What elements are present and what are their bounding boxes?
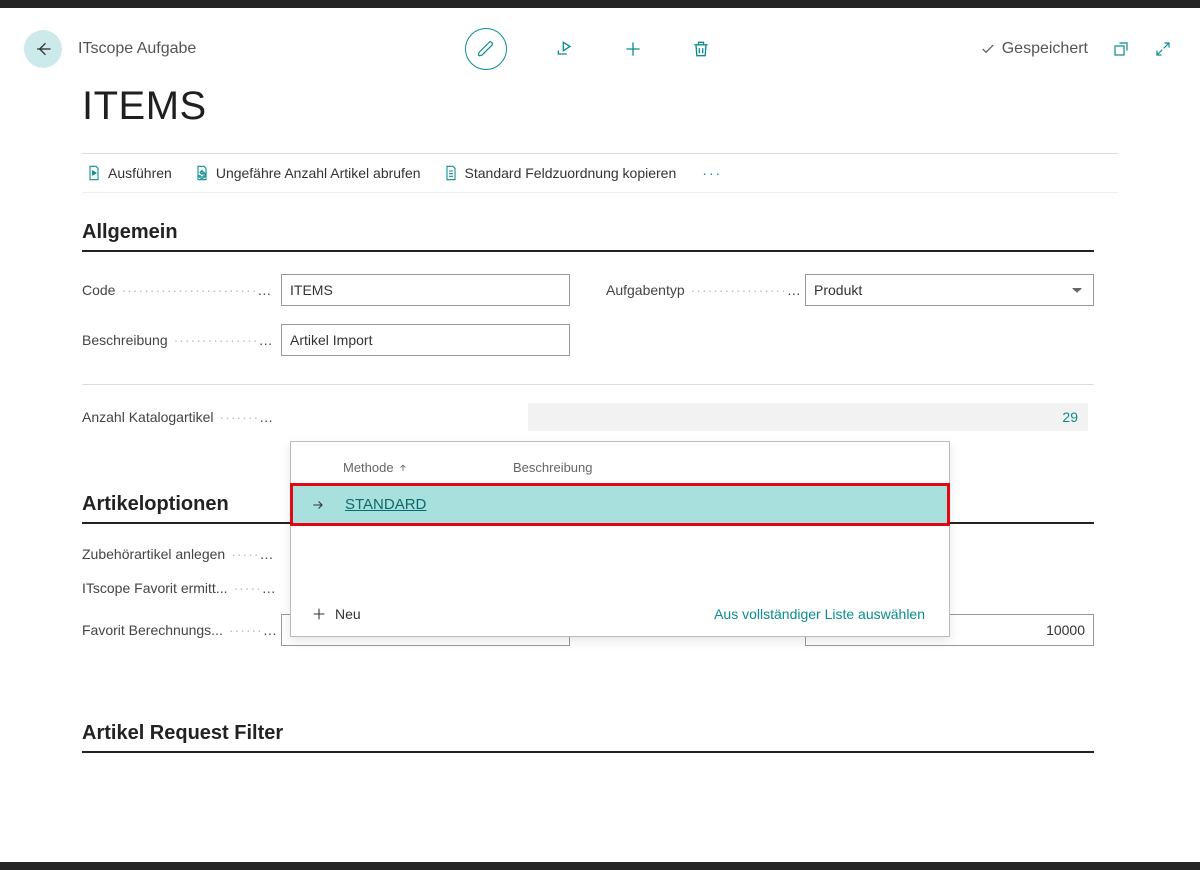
check-icon [980, 41, 996, 57]
lookup-row-standard[interactable]: STANDARD [293, 486, 947, 523]
share-button[interactable] [555, 39, 575, 59]
popout-button[interactable] [1112, 40, 1130, 58]
saved-status: Gespeichert [980, 40, 1088, 58]
action-bar: Ausführen Ungefähre Anzahl Artikel abruf… [82, 154, 1118, 193]
back-button[interactable] [24, 30, 62, 68]
document-refresh-icon [194, 164, 210, 182]
label-catalog-count: Anzahl Katalogartikel [82, 409, 277, 425]
saved-label: Gespeichert [1002, 40, 1088, 58]
share-icon [555, 39, 575, 59]
document-list-icon [443, 164, 459, 182]
arrow-right-icon [309, 498, 327, 512]
label-favorite-calc: Favorit Berechnungs... [82, 622, 277, 638]
arrow-left-icon [33, 39, 53, 59]
input-code[interactable] [281, 274, 570, 306]
breadcrumb: ITscope Aufgabe [78, 40, 196, 58]
lookup-highlight-box: STANDARD [290, 483, 950, 526]
lookup-new-label: Neu [335, 606, 361, 622]
page-title: ITEMS [0, 74, 1200, 153]
edit-button[interactable] [465, 28, 507, 70]
lookup-row-value: STANDARD [345, 496, 426, 513]
plus-icon [311, 606, 327, 622]
new-button[interactable] [623, 39, 643, 59]
expand-icon [1154, 40, 1172, 58]
action-copy-mapping-label: Standard Feldzuordnung kopieren [465, 165, 677, 181]
document-play-icon [86, 164, 102, 182]
popout-icon [1112, 40, 1130, 58]
action-execute-label: Ausführen [108, 165, 172, 181]
select-task-type[interactable]: Produkt [805, 274, 1094, 306]
lookup-col-description[interactable]: Beschreibung [513, 460, 593, 475]
lookup-full-list-link[interactable]: Aus vollständiger Liste auswählen [714, 606, 925, 622]
action-more[interactable]: ··· [698, 165, 726, 181]
action-fetch-count-label: Ungefähre Anzahl Artikel abrufen [216, 165, 421, 181]
section-request-filter-title: Artikel Request Filter [82, 694, 1094, 753]
plus-icon [623, 39, 643, 59]
action-fetch-count[interactable]: Ungefähre Anzahl Artikel abrufen [194, 164, 421, 182]
delete-button[interactable] [691, 39, 711, 59]
action-copy-mapping[interactable]: Standard Feldzuordnung kopieren [443, 164, 677, 182]
label-favorite-determine: ITscope Favorit ermitt... [82, 580, 277, 596]
label-task-type: Aufgabentyp [606, 282, 801, 298]
value-catalog-count[interactable]: 29 [281, 403, 1094, 431]
label-description: Beschreibung [82, 332, 277, 348]
lookup-col-method[interactable]: Methode [343, 460, 513, 475]
sort-asc-icon [398, 463, 408, 473]
expand-button[interactable] [1154, 40, 1172, 58]
section-general-title: Allgemein [82, 193, 1094, 252]
action-execute[interactable]: Ausführen [86, 164, 172, 182]
pencil-icon [477, 40, 495, 58]
label-accessory-create: Zubehörartikel anlegen [82, 546, 277, 562]
input-description[interactable] [281, 324, 570, 356]
lookup-new-button[interactable]: Neu [311, 606, 361, 622]
lookup-popup: Methode Beschreibung STANDARD [290, 441, 950, 637]
trash-icon [691, 39, 711, 59]
label-code: Code [82, 282, 277, 298]
